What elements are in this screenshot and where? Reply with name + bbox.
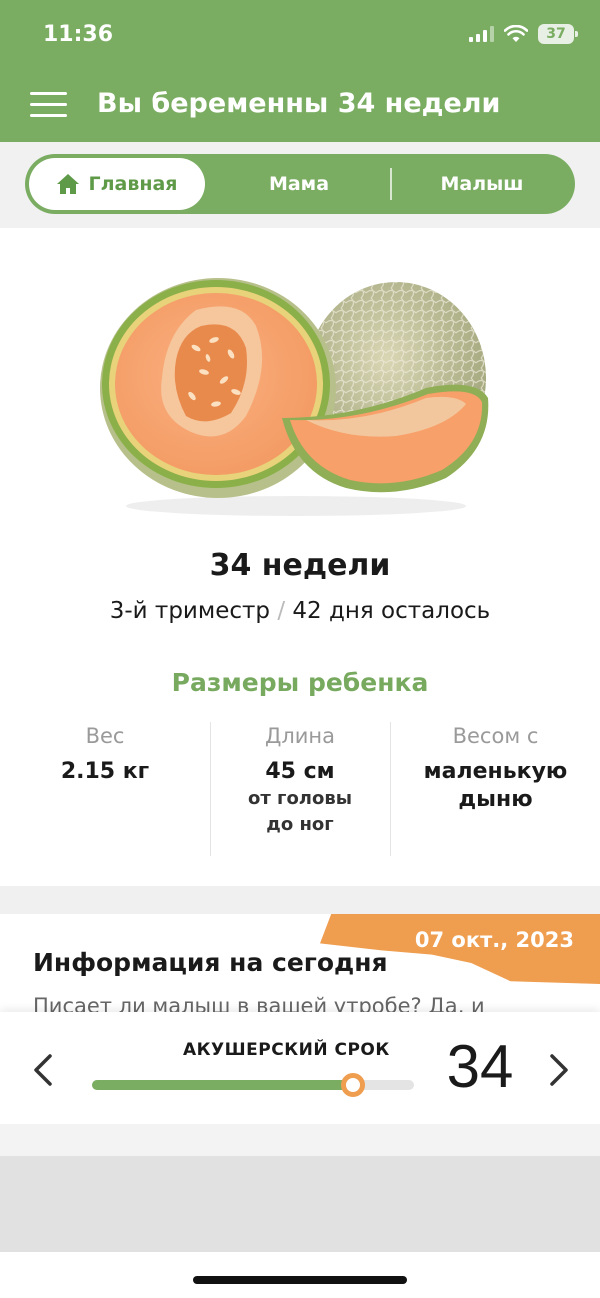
slider-thumb[interactable] [340,1073,365,1097]
bottom-area [0,1156,600,1252]
tab-mama[interactable]: Мама [209,158,389,210]
segmented-tabs: Главная Мама Малыш [25,154,575,214]
chevron-left-icon[interactable] [30,1052,56,1088]
home-indicator [193,1276,407,1284]
chevron-right-icon[interactable] [546,1052,572,1088]
pregnancy-subtitle: 3-й триместр / 42 дня осталось [0,598,600,624]
bottom-gap [0,1124,600,1156]
week-slider[interactable] [92,1073,414,1097]
weight-label: Вес [85,724,125,748]
length-note-line2: до ног [266,814,334,835]
wifi-icon [504,25,528,42]
term-label: АКУШЕРСКИЙ СРОК [183,1040,390,1060]
tab-home[interactable]: Главная [29,158,205,210]
tab-home-label: Главная [88,173,178,195]
section-separator [0,886,600,914]
slider-fill [92,1080,353,1090]
home-icon [57,174,80,194]
trimester-text: 3-й триместр [109,598,271,624]
tab-baby-label: Малыш [440,173,524,195]
subtitle-separator: / [277,598,286,624]
info-card-title[interactable]: Информация на сегодня [33,948,388,977]
weight-value: 2.15 кг [60,759,150,784]
tab-mama-label: Мама [268,173,330,195]
melon-image [100,278,489,516]
tab-baby[interactable]: Малыш [391,158,573,210]
length-value: 45 см [265,759,335,784]
battery-level: 37 [546,26,566,42]
length-note-line1: от головы [247,788,353,809]
week-title: 34 недели [209,548,391,583]
comparison-value-line1: маленькую [423,759,568,784]
length-metric: Длина 45 см от головы до ног [211,724,389,838]
comparison-metric: Весом с маленькую дыню [391,724,600,814]
comparison-value-line2: дыню [458,787,533,812]
comparison-label: Весом с [452,724,539,748]
current-week-number: 34 [446,1033,514,1100]
baby-sizes-title: Размеры ребенка [171,668,429,697]
status-icons: 37 [469,24,578,44]
hamburger-menu-icon[interactable] [30,92,67,118]
page-title: Вы беременны 34 недели [97,88,501,119]
weight-metric: Вес 2.15 кг [0,724,210,786]
tabs-bar: Главная Мама Малыш [0,142,600,228]
battery-icon: 37 [538,24,578,44]
days-remaining-text: 42 дня осталось [292,598,491,624]
info-date: 07 окт., 2023 [414,928,574,952]
status-time: 11:36 [43,22,114,47]
cellular-signal-icon [469,26,494,42]
app-header: 11:36 37 Вы беременны 34 недели [0,0,600,142]
length-label: Длина [264,724,336,748]
